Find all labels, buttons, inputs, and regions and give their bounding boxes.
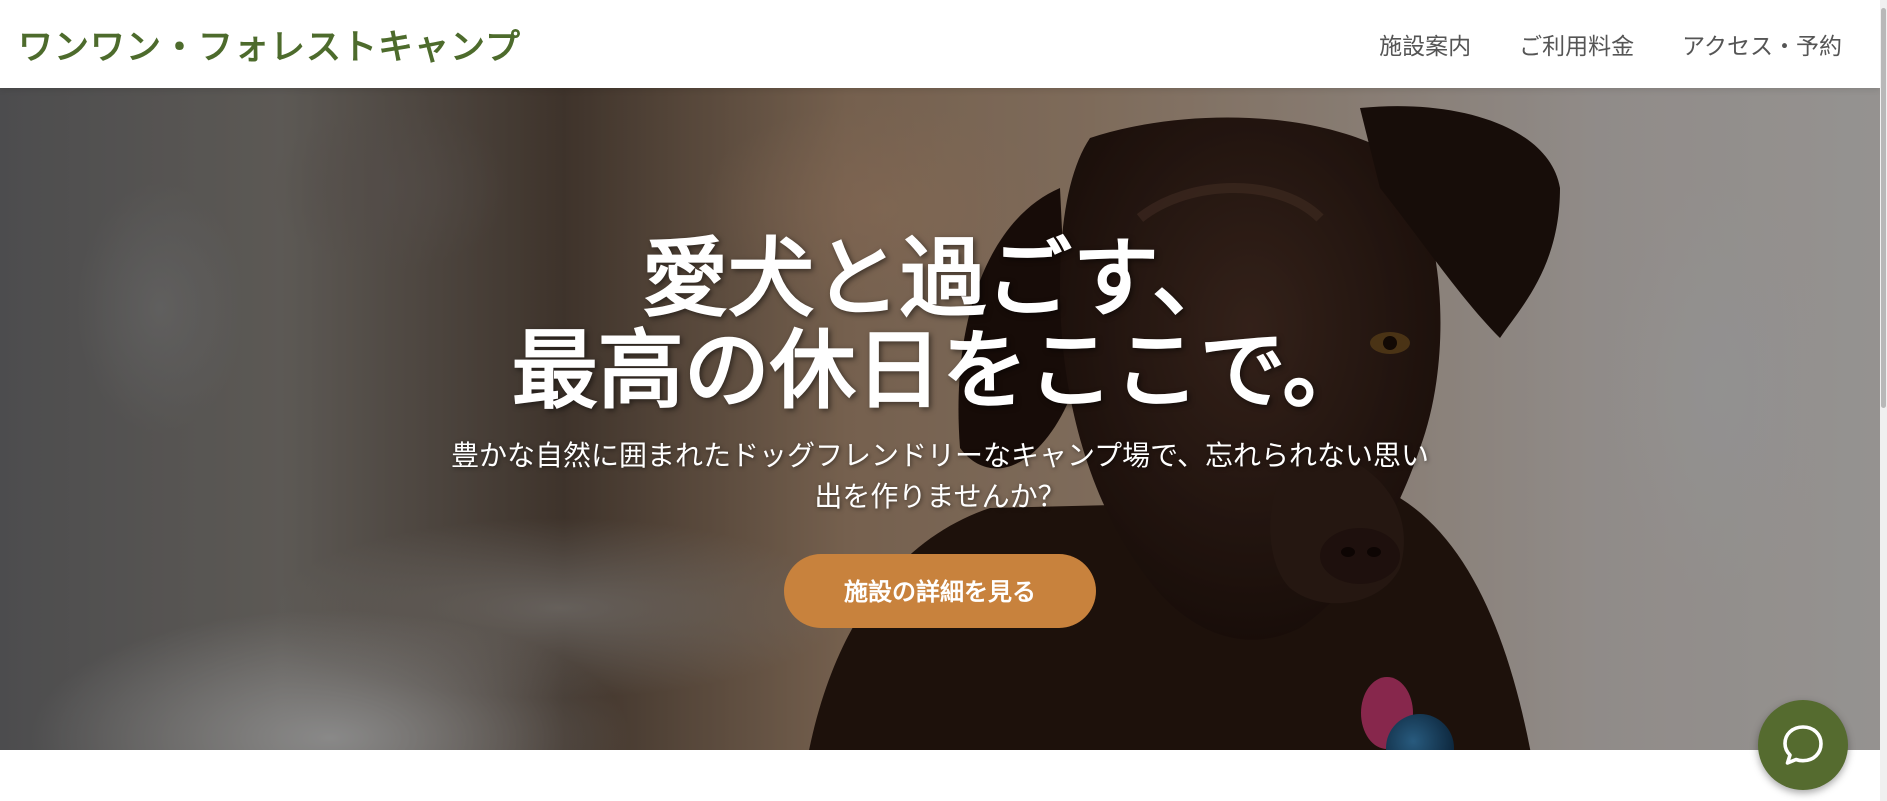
nav-link-pricing[interactable]: ご利用料金	[1519, 27, 1634, 61]
hero-section: 愛犬と過ごす、 最高の休日をここで。 豊かな自然に囲まれたドッグフレンドリーなキ…	[0, 88, 1880, 750]
hero-title: 愛犬と過ごす、 最高の休日をここで。	[0, 233, 1880, 417]
page-scrollbar[interactable]	[1880, 0, 1887, 801]
site-logo[interactable]: ワンワン・フォレストキャンプ	[18, 19, 521, 70]
hero-title-line-2: 最高の休日をここで。	[511, 321, 1369, 421]
hero-content: 愛犬と過ごす、 最高の休日をここで。 豊かな自然に囲まれたドッグフレンドリーなキ…	[0, 233, 1880, 628]
nav-link-facilities[interactable]: 施設案内	[1379, 27, 1471, 61]
view-facility-details-button[interactable]: 施設の詳細を見る	[784, 554, 1096, 628]
chat-bubble-icon	[1783, 725, 1823, 765]
site-header: ワンワン・フォレストキャンプ 施設案内 ご利用料金 アクセス・予約	[0, 0, 1880, 88]
chat-button[interactable]	[1758, 700, 1848, 790]
nav-link-access-booking[interactable]: アクセス・予約	[1682, 27, 1842, 61]
hero-subtitle: 豊かな自然に囲まれたドッグフレンドリーなキャンプ場で、忘れられない思い出を作りま…	[450, 439, 1430, 513]
main-nav: 施設案内 ご利用料金 アクセス・予約	[1379, 27, 1842, 61]
hero-title-line-1: 愛犬と過ごす、	[642, 229, 1238, 329]
scrollbar-thumb[interactable]	[1881, 8, 1886, 408]
